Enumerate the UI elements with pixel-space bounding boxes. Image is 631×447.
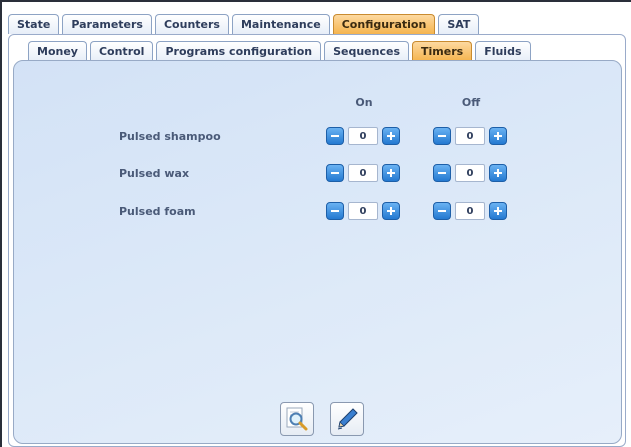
main-tab-bar: State Parameters Counters Maintenance Co… [8, 12, 482, 34]
decrement-button[interactable] [433, 164, 451, 182]
tab-parameters[interactable]: Parameters [62, 14, 152, 34]
minus-icon [438, 172, 446, 174]
tab-sequences[interactable]: Sequences [324, 41, 410, 61]
tab-counters[interactable]: Counters [154, 14, 229, 34]
increment-button[interactable] [489, 164, 507, 182]
tab-control[interactable]: Control [89, 41, 154, 61]
search-button[interactable] [280, 402, 314, 436]
timers-panel [13, 60, 622, 444]
tab-state[interactable]: State [8, 14, 60, 34]
increment-button[interactable] [489, 127, 507, 145]
row-label-pulsed-shampoo: Pulsed shampoo [119, 130, 221, 143]
edit-button[interactable] [330, 402, 364, 436]
column-header-off: Off [461, 96, 481, 109]
magnifier-icon [286, 407, 308, 431]
stepper-pulsed-foam-off [433, 201, 507, 221]
decrement-button[interactable] [326, 202, 344, 220]
increment-button[interactable] [382, 127, 400, 145]
pulsed-foam-on-value[interactable] [348, 202, 378, 220]
minus-icon [331, 210, 339, 212]
minus-icon [331, 172, 339, 174]
row-label-pulsed-wax: Pulsed wax [119, 167, 190, 180]
pulsed-wax-off-value[interactable] [455, 164, 485, 182]
stepper-pulsed-wax-off [433, 163, 507, 183]
row-label-pulsed-foam: Pulsed foam [119, 205, 196, 218]
decrement-button[interactable] [326, 127, 344, 145]
tab-sat[interactable]: SAT [438, 14, 480, 34]
stepper-pulsed-shampoo-off [433, 126, 507, 146]
pulsed-shampoo-on-value[interactable] [348, 127, 378, 145]
pen-icon [337, 408, 358, 430]
minus-icon [438, 135, 446, 137]
window-top-border [0, 0, 631, 2]
increment-button[interactable] [382, 202, 400, 220]
window-left-border [0, 0, 2, 447]
sub-tab-bar: Money Control Programs configuration Seq… [28, 39, 534, 61]
decrement-button[interactable] [326, 164, 344, 182]
minus-icon [331, 135, 339, 137]
tab-fluids[interactable]: Fluids [475, 41, 531, 61]
pulsed-wax-on-value[interactable] [348, 164, 378, 182]
stepper-pulsed-wax-on [326, 163, 400, 183]
tab-programs-configuration[interactable]: Programs configuration [156, 41, 322, 61]
column-header-on: On [355, 96, 373, 109]
minus-icon [438, 210, 446, 212]
tab-timers[interactable]: Timers [412, 41, 473, 61]
decrement-button[interactable] [433, 202, 451, 220]
pulsed-foam-off-value[interactable] [455, 202, 485, 220]
tab-money[interactable]: Money [28, 41, 87, 61]
decrement-button[interactable] [433, 127, 451, 145]
increment-button[interactable] [489, 202, 507, 220]
increment-button[interactable] [382, 164, 400, 182]
stepper-pulsed-foam-on [326, 201, 400, 221]
tab-configuration[interactable]: Configuration [332, 14, 436, 34]
stepper-pulsed-shampoo-on [326, 126, 400, 146]
pulsed-shampoo-off-value[interactable] [455, 127, 485, 145]
tab-maintenance[interactable]: Maintenance [231, 14, 330, 34]
